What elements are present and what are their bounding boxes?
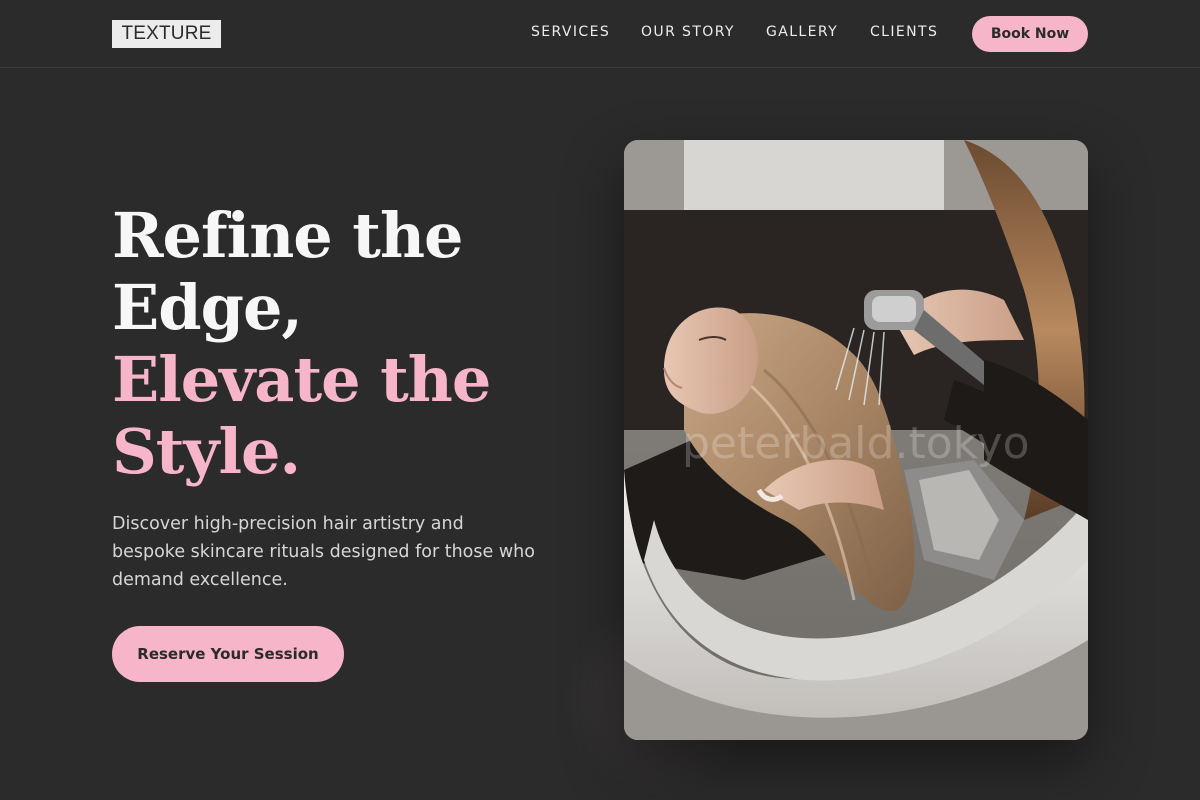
book-now-button[interactable]: Book Now [972,16,1088,52]
hero-title-line-1: Refine the [112,199,463,272]
nav-link-gallery[interactable]: GALLERY [766,22,838,42]
logo[interactable]: TEXTURE [112,20,221,48]
hero-title-line-3: Elevate the [112,343,491,416]
hero-title-line-4: Style. [112,415,301,488]
nav-link-services[interactable]: SERVICES [531,22,610,42]
page: TEXTURE SERVICES OUR STORY GALLERY CLIEN… [0,0,1200,800]
hero-photo: peterbald.tokyo [624,140,1088,740]
reserve-session-button[interactable]: Reserve Your Session [112,626,344,682]
hero-title: Refine the Edge, Elevate the Style. [112,199,491,488]
nav-link-our-story[interactable]: OUR STORY [641,22,735,42]
hero-subtitle: Discover high-precision hair artistry an… [112,514,535,590]
nav-link-clients[interactable]: CLIENTS [870,22,938,42]
salon-hair-wash-image: peterbald.tokyo [624,140,1088,740]
hero-title-line-2: Edge, [112,271,303,344]
site-header: TEXTURE SERVICES OUR STORY GALLERY CLIEN… [0,0,1200,68]
photo-watermark: peterbald.tokyo [682,418,1030,469]
